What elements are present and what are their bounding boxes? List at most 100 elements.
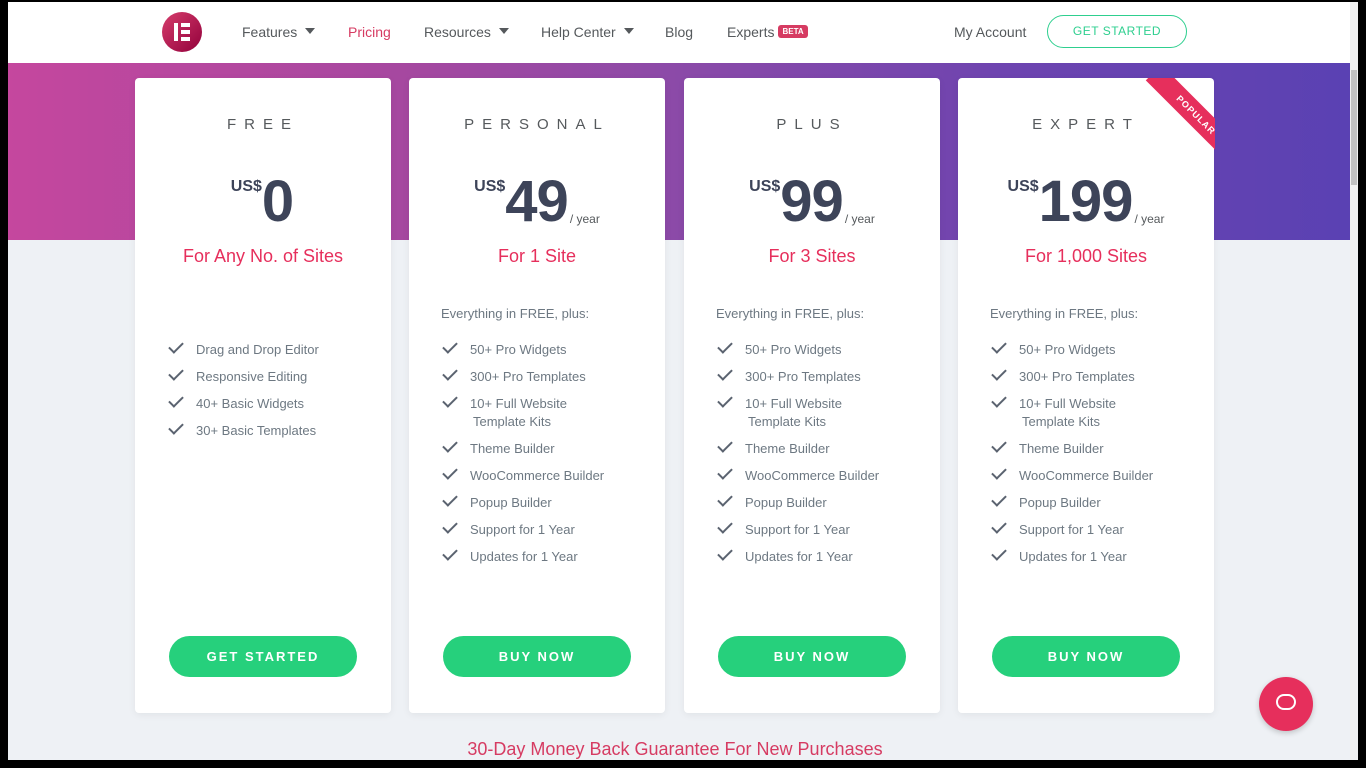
feature-item: 300+ Pro Templates (990, 365, 1153, 386)
chevron-down-icon (498, 28, 509, 34)
feature-label: WooCommerce Builder (1019, 468, 1154, 483)
nav-help-center-label: Help Center (541, 24, 616, 40)
feature-label: Popup Builder (745, 495, 827, 510)
feature-label: 10+ Full Website (1019, 396, 1116, 411)
chat-bubble-icon (1276, 694, 1296, 710)
price-currency: US$ (230, 178, 262, 195)
my-account-link[interactable]: My Account (954, 24, 1026, 40)
feature-item: 50+ Pro Widgets (716, 338, 879, 359)
check-icon (168, 392, 184, 408)
get-started-button[interactable]: GET STARTED (169, 636, 357, 677)
scrollbar-thumb[interactable] (1351, 70, 1357, 185)
feature-label: 50+ Pro Widgets (1019, 342, 1116, 357)
feature-label: 10+ Full Website (745, 396, 842, 411)
check-icon (442, 545, 458, 561)
feature-item: 300+ Pro Templates (716, 365, 879, 386)
plan-intro: Everything in FREE, plus: (990, 306, 1139, 321)
feature-item: 50+ Pro Widgets (441, 338, 604, 359)
plan-sites: For 3 Sites (768, 246, 856, 266)
feature-label: Updates for 1 Year (1019, 549, 1127, 564)
feature-item: 40+ Basic Widgets (167, 392, 319, 413)
nav-pricing[interactable]: Pricing (348, 24, 391, 40)
nav-experts[interactable]: Experts BETA (727, 24, 808, 40)
feature-item: Updates for 1 Year (990, 545, 1153, 566)
nav-pricing-label: Pricing (348, 24, 391, 40)
nav-help-center[interactable]: Help Center (541, 24, 634, 40)
plan-sites: For 1,000 Sites (1024, 246, 1148, 266)
buy-now-button[interactable]: BUY NOW (718, 636, 906, 677)
my-account-label: My Account (954, 24, 1027, 40)
feature-item: 50+ Pro Widgets (990, 338, 1153, 359)
check-icon (991, 545, 1007, 561)
feature-label: WooCommerce Builder (745, 468, 880, 483)
check-icon (442, 437, 458, 453)
nav-blog[interactable]: Blog (665, 24, 693, 40)
popular-ribbon: POPULAR (1130, 78, 1215, 163)
feature-item: 10+ Full Website Template Kits (990, 392, 1153, 431)
check-icon (717, 392, 733, 408)
feature-item: Theme Builder (716, 437, 879, 458)
nav-experts-label: Experts (727, 24, 775, 40)
feature-label: Responsive Editing (196, 369, 308, 384)
chat-launcher-button[interactable] (1259, 677, 1313, 731)
header-get-started-button[interactable]: GET STARTED (1047, 15, 1187, 48)
feature-label: Drag and Drop Editor (196, 342, 319, 357)
check-icon (717, 437, 733, 453)
feature-item: Support for 1 Year (441, 518, 604, 539)
check-icon (717, 545, 733, 561)
plan-name: FREE (226, 116, 299, 133)
nav-blog-label: Blog (665, 24, 694, 40)
check-icon (168, 338, 184, 354)
feature-label: Support for 1 Year (745, 522, 850, 537)
feature-list: 50+ Pro Widgets 300+ Pro Templates 10+ F… (990, 338, 1154, 575)
check-icon (717, 464, 733, 480)
feature-item: WooCommerce Builder (716, 464, 880, 485)
price-currency: US$ (474, 178, 506, 195)
feature-item: Popup Builder (990, 491, 1153, 512)
nav-features[interactable]: Features (242, 24, 316, 40)
price-period: / year (844, 212, 875, 226)
feature-label-cont: Template Kits (748, 414, 827, 429)
price: US$99/ year (684, 170, 940, 234)
feature-item: Updates for 1 Year (441, 545, 604, 566)
feature-label: 300+ Pro Templates (1019, 369, 1135, 384)
check-icon (991, 464, 1007, 480)
feature-item: Support for 1 Year (716, 518, 879, 539)
feature-item: 10+ Full Website Template Kits (441, 392, 604, 431)
site-header: Features Pricing Resources Help Center B… (8, 0, 1350, 63)
feature-item: Theme Builder (441, 437, 604, 458)
logo-bar (181, 37, 190, 41)
check-icon (442, 392, 458, 408)
price-amount: 99 (780, 169, 844, 234)
check-icon (717, 518, 733, 534)
elementor-logo[interactable] (162, 12, 202, 52)
feature-item: Theme Builder (990, 437, 1153, 458)
plan-name: PLUS (776, 116, 848, 133)
check-icon (717, 338, 733, 354)
nav-resources[interactable]: Resources (424, 24, 509, 40)
check-icon (442, 338, 458, 354)
buy-now-button[interactable]: BUY NOW (992, 636, 1180, 677)
feature-label: Updates for 1 Year (745, 549, 853, 564)
plan-name: PERSONAL (464, 116, 610, 133)
feature-label: Theme Builder (1019, 441, 1104, 456)
plan-card-free: FREE US$0 For Any No. of Sites Drag and … (135, 78, 391, 713)
buy-now-button[interactable]: BUY NOW (443, 636, 631, 677)
feature-label-cont: Template Kits (1022, 414, 1101, 429)
plan-card-plus: PLUS US$99/ year For 3 Sites Everything … (684, 78, 940, 713)
plan-card-expert: EXPERT US$199/ year For 1,000 Sites Ever… (958, 78, 1214, 713)
feature-label: WooCommerce Builder (470, 468, 605, 483)
feature-label: Popup Builder (470, 495, 552, 510)
nav-features-label: Features (242, 24, 298, 40)
feature-item: WooCommerce Builder (990, 464, 1154, 485)
feature-list: 50+ Pro Widgets 300+ Pro Templates 10+ F… (716, 338, 880, 575)
feature-label-cont: Template Kits (473, 414, 552, 429)
price: US$199/ year (958, 170, 1214, 234)
check-icon (991, 392, 1007, 408)
logo-bar (181, 30, 190, 34)
feature-label: 300+ Pro Templates (470, 369, 586, 384)
feature-item: Popup Builder (716, 491, 879, 512)
feature-label: 30+ Basic Templates (196, 423, 317, 438)
check-icon (442, 365, 458, 381)
beta-badge: BETA (778, 25, 808, 38)
